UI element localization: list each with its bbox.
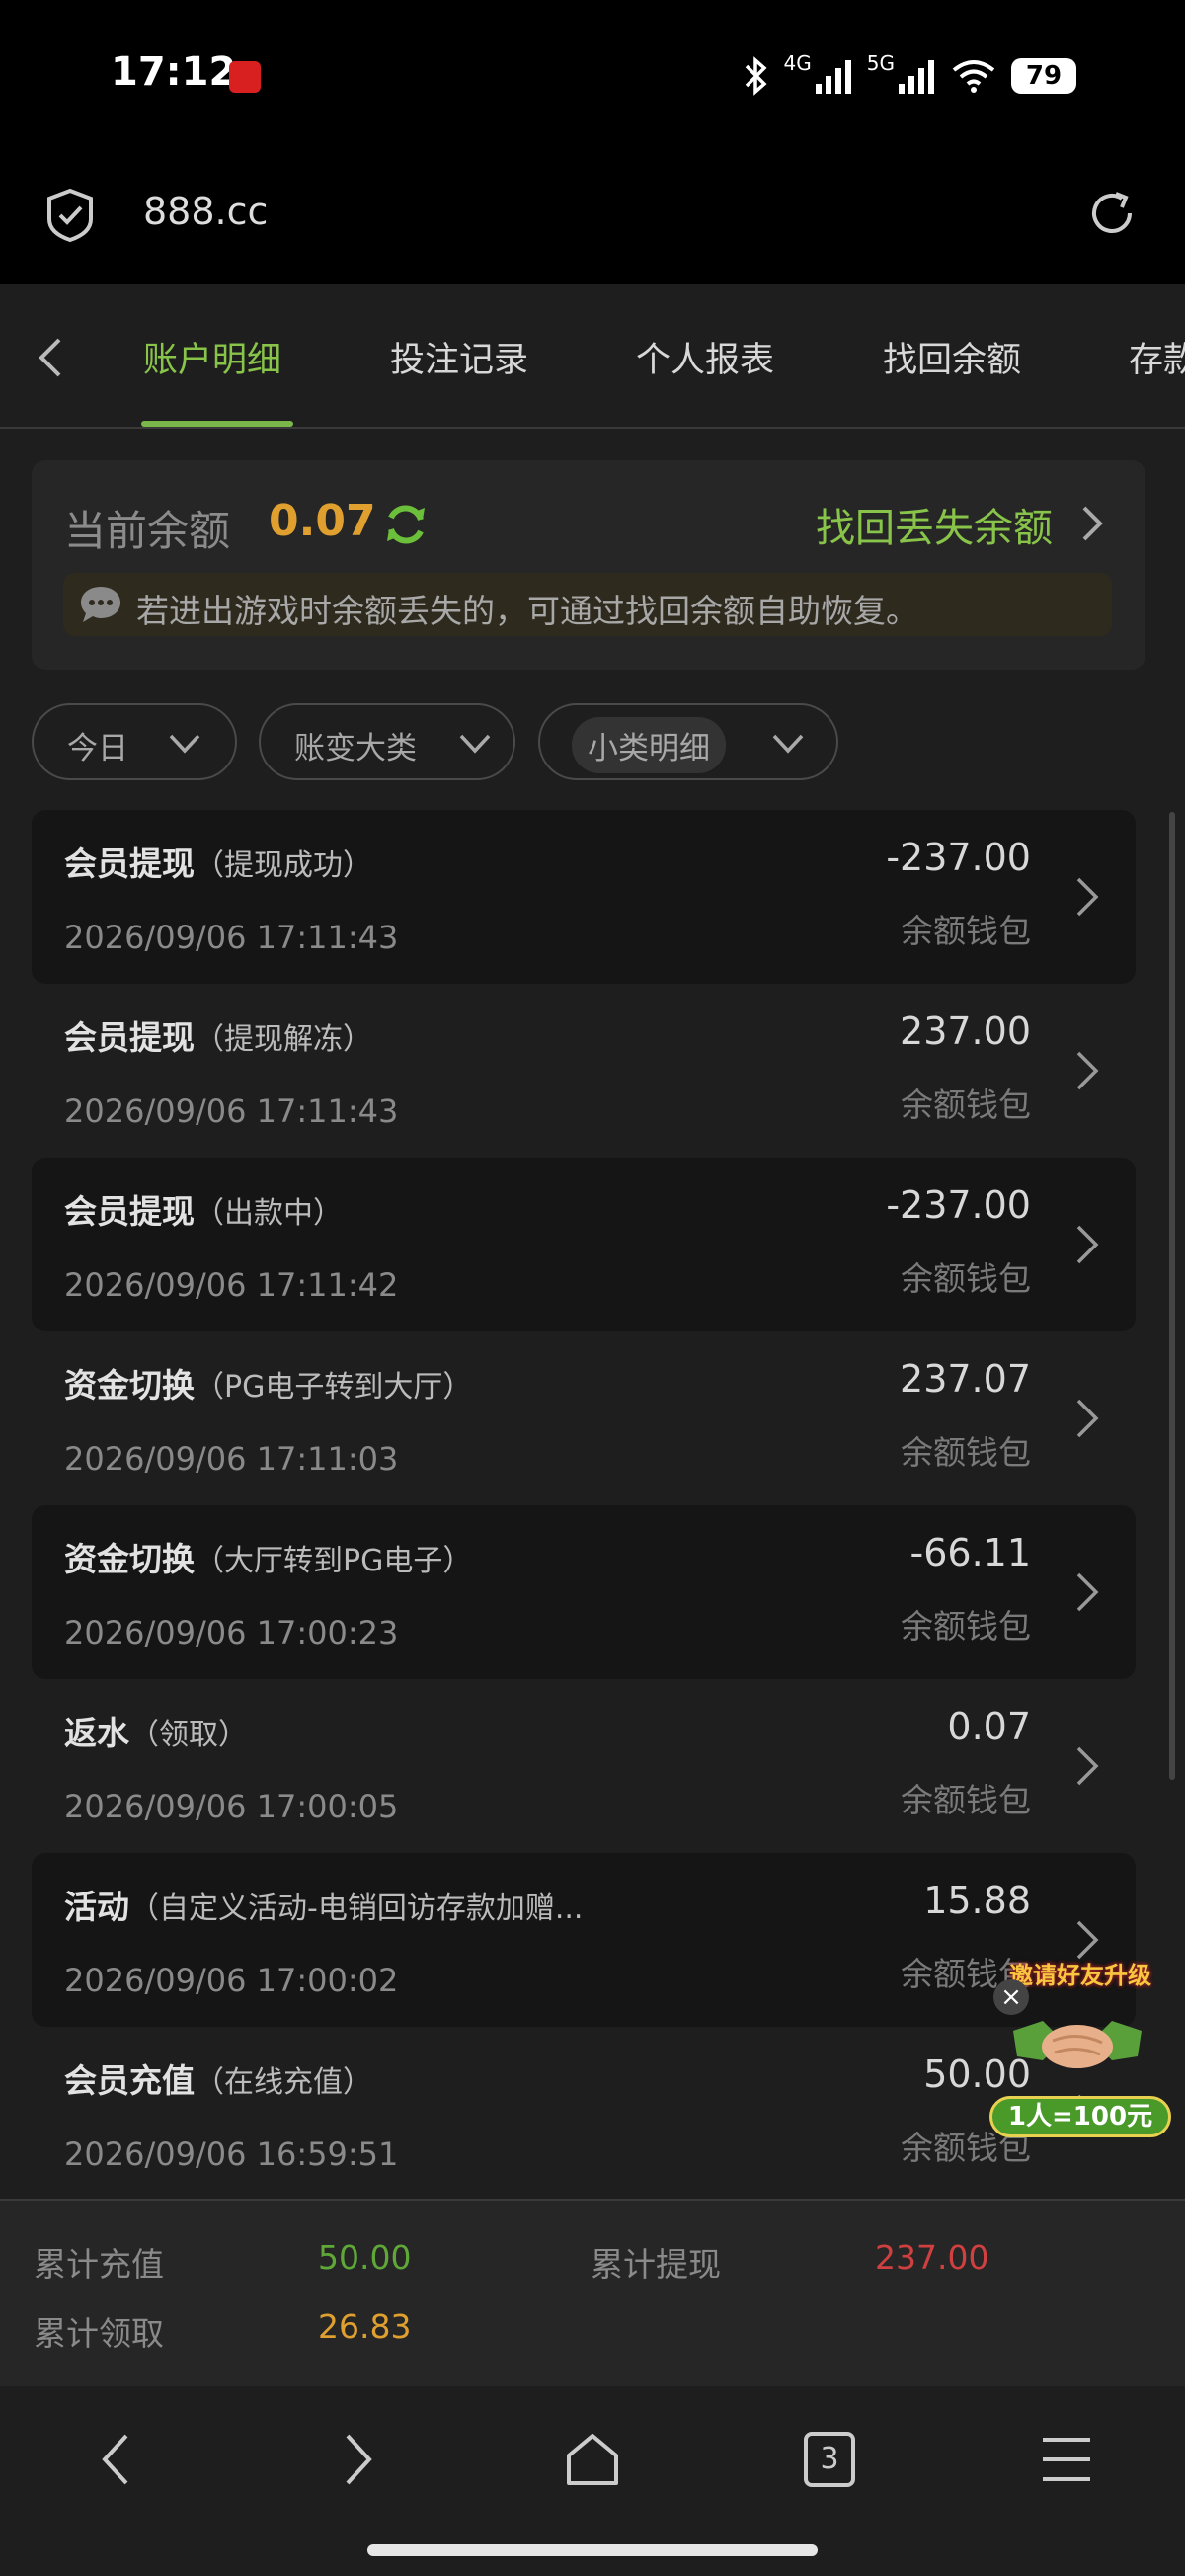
total-withdraw-label: 累计提现: [591, 2245, 721, 2284]
filter-category-label: 账变大类: [294, 731, 417, 766]
chevron-right-icon: [1076, 1399, 1099, 1438]
shield-check-icon[interactable]: [45, 188, 95, 243]
active-tab-indicator: [141, 421, 293, 427]
network-4g-label: 4G: [783, 51, 812, 75]
tab-bet-records[interactable]: 投注记录: [390, 332, 528, 382]
total-withdraw-value: 237.00: [875, 2238, 989, 2277]
signal-icon: [815, 60, 851, 94]
battery-indicator: 79: [1011, 58, 1076, 94]
record-amount: 237.00: [900, 1009, 1031, 1053]
total-deposit-value: 50.00: [318, 2238, 412, 2277]
chevron-right-icon: [1076, 1746, 1099, 1786]
record-amount: -237.00: [886, 836, 1031, 879]
invite-friends-promo[interactable]: 邀请好友升级 × 1人=100元: [984, 1952, 1175, 2143]
status-icons: 4G 5G 79: [743, 51, 1076, 101]
home-indicator[interactable]: [367, 2544, 818, 2556]
chevron-left-icon[interactable]: [32, 336, 71, 379]
scrollbar[interactable]: [1169, 812, 1175, 1780]
total-claim-value: 26.83: [318, 2307, 412, 2346]
record-amount: -237.00: [886, 1183, 1031, 1227]
record-title: 资金切换（大厅转到PG电子）: [64, 1540, 473, 1578]
summary-panel: [0, 2199, 1185, 2386]
reload-icon[interactable]: [1084, 186, 1140, 241]
list-item[interactable]: 资金切换（PG电子转到大厅） 2026/09/06 17:11:03 237.0…: [32, 1331, 1136, 1505]
balance-value: 0.07: [269, 496, 376, 546]
record-time: 2026/09/06 17:00:02: [64, 1962, 399, 1999]
notice-text: 若进出游戏时余额丢失的，可通过找回余额自助恢复。: [136, 592, 918, 630]
record-time: 2026/09/06 16:59:51: [64, 2135, 399, 2173]
tab-personal-report[interactable]: 个人报表: [636, 332, 774, 382]
bluetooth-icon: [745, 56, 767, 96]
status-time: 17:12: [111, 49, 237, 95]
record-time: 2026/09/06 17:00:05: [64, 1788, 399, 1825]
filter-category-dropdown[interactable]: 账变大类: [259, 703, 515, 780]
record-wallet: 余额钱包: [901, 1259, 1031, 1298]
signal-icon-2: [899, 60, 934, 94]
record-time: 2026/09/06 17:11:03: [64, 1440, 399, 1478]
record-wallet: 余额钱包: [901, 1781, 1031, 1819]
record-title: 活动（自定义活动-电销回访存款加赠...: [64, 1888, 584, 1926]
forward-icon[interactable]: [324, 2428, 387, 2491]
record-title: 返水（领取）: [64, 1714, 248, 1752]
chevron-right-icon: [1076, 1051, 1099, 1090]
record-title: 会员提现（提现解冻）: [64, 1018, 372, 1057]
handshake-icon: [1013, 2021, 1142, 2068]
record-wallet: 余额钱包: [901, 1086, 1031, 1124]
chevron-right-icon: [1076, 1225, 1099, 1264]
list-item[interactable]: 会员提现（提现成功） 2026/09/06 17:11:43 -237.00 余…: [32, 810, 1136, 984]
wifi-icon: [952, 60, 995, 93]
list-item[interactable]: 会员提现（出款中） 2026/09/06 17:11:42 -237.00 余额…: [32, 1158, 1136, 1331]
promo-reward-badge: 1人=100元: [989, 2096, 1171, 2137]
tab-deposit[interactable]: 存款: [1129, 332, 1185, 382]
chevron-down-icon: [169, 734, 200, 754]
record-amount: 0.07: [947, 1705, 1031, 1748]
chevron-right-icon: [1076, 1572, 1099, 1612]
list-item[interactable]: 会员充值（在线充值） 2026/09/06 16:59:51 50.00 余额钱…: [32, 2027, 1136, 2199]
record-amount: 15.88: [923, 1879, 1031, 1922]
balance-label: 当前余额: [64, 507, 231, 555]
tabs-count: 3: [804, 2432, 855, 2487]
filter-date-dropdown[interactable]: 今日: [32, 703, 237, 780]
menu-icon[interactable]: [1035, 2428, 1098, 2491]
chevron-right-icon[interactable]: [1078, 504, 1106, 543]
home-icon[interactable]: [561, 2428, 624, 2491]
chevron-right-icon: [1076, 877, 1099, 917]
tab-recover-balance[interactable]: 找回余额: [883, 332, 1021, 382]
record-wallet: 余额钱包: [901, 912, 1031, 950]
record-amount: 237.07: [900, 1357, 1031, 1401]
url-text[interactable]: 888.cc: [143, 190, 268, 233]
filter-date-label: 今日: [67, 731, 128, 766]
record-time: 2026/09/06 17:00:23: [64, 1614, 399, 1651]
tab-account-details[interactable]: 账户明细: [143, 332, 281, 382]
refresh-balance-icon[interactable]: [381, 500, 431, 549]
record-time: 2026/09/06 17:11:43: [64, 1092, 399, 1130]
tabs-icon[interactable]: 3: [798, 2428, 861, 2491]
list-item[interactable]: 资金切换（大厅转到PG电子） 2026/09/06 17:00:23 -66.1…: [32, 1505, 1136, 1679]
recover-lost-balance-link[interactable]: 找回丢失余额: [816, 496, 1053, 553]
filter-subcategory-label: 小类明细: [572, 717, 726, 773]
total-deposit-label: 累计充值: [34, 2245, 164, 2284]
total-claim-label: 累计领取: [34, 2314, 164, 2353]
list-item[interactable]: 返水（领取） 2026/09/06 17:00:05 0.07 余额钱包: [32, 1679, 1136, 1853]
balance-card: [32, 460, 1146, 670]
record-wallet: 余额钱包: [901, 1433, 1031, 1472]
chat-bubble-icon: [81, 587, 120, 622]
record-title: 会员充值（在线充值）: [64, 2061, 372, 2100]
list-item[interactable]: 会员提现（提现解冻） 2026/09/06 17:11:43 237.00 余额…: [32, 984, 1136, 1158]
back-icon[interactable]: [87, 2428, 150, 2491]
list-item[interactable]: 活动（自定义活动-电销回访存款加赠... 2026/09/06 17:00:02…: [32, 1853, 1136, 2027]
network-5g-label: 5G: [866, 51, 895, 75]
record-title: 会员提现（提现成功）: [64, 845, 372, 883]
record-time: 2026/09/06 17:11:43: [64, 919, 399, 956]
record-title: 会员提现（出款中）: [64, 1192, 343, 1231]
notification-app-icon: [229, 61, 261, 93]
record-time: 2026/09/06 17:11:42: [64, 1266, 399, 1304]
chevron-down-icon: [772, 734, 804, 754]
record-wallet: 余额钱包: [901, 1607, 1031, 1646]
filter-subcategory-dropdown[interactable]: 小类明细: [538, 703, 838, 780]
chevron-down-icon: [459, 734, 491, 754]
record-amount: -66.11: [909, 1531, 1032, 1574]
record-title: 资金切换（PG电子转到大厅）: [64, 1366, 473, 1405]
